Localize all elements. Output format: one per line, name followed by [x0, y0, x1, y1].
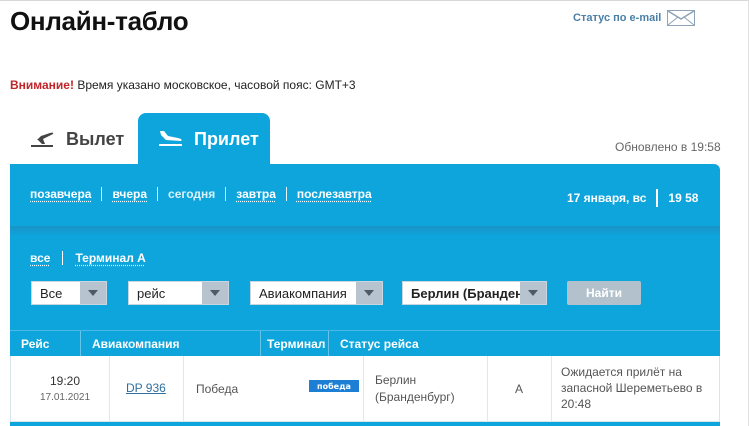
row-terminal: A — [515, 382, 524, 396]
city-select[interactable]: Берлин (Бранденб — [402, 281, 547, 305]
notice-text: Время указано московское, часовой пояс: … — [73, 78, 356, 92]
terminal-filter: все Терминал А — [30, 251, 158, 265]
day-before-yesterday[interactable]: позавчера — [30, 187, 103, 201]
find-button[interactable]: Найти — [567, 281, 641, 305]
row-status: Ожидается прилёт на запасной Шереметьево… — [561, 365, 703, 411]
panel-divider — [10, 226, 720, 236]
row-airline: Победа — [196, 382, 239, 396]
row-divider — [183, 356, 184, 422]
chevron-down-icon[interactable] — [356, 282, 382, 304]
timezone-notice: Внимание! Время указано московское, часо… — [10, 78, 356, 92]
tab-arrival-label: Прилет — [194, 128, 259, 149]
row-divider — [551, 356, 552, 422]
envelope-icon[interactable] — [667, 10, 696, 26]
terminal-all[interactable]: все — [30, 251, 64, 265]
day-yesterday[interactable]: вчера — [102, 187, 159, 201]
header-airline: Авиакомпания — [92, 337, 180, 351]
day-tomorrow[interactable]: завтра — [226, 187, 287, 201]
airline-logo: победа — [309, 380, 359, 392]
notice-warning: Внимание! — [10, 78, 74, 92]
flight-select-value: рейс — [137, 285, 166, 301]
chevron-down-icon[interactable] — [80, 282, 106, 304]
arrival-plane-icon — [158, 127, 184, 152]
current-date: 17 января, вс — [567, 191, 647, 205]
status-email-label[interactable]: Статус по e-mail — [573, 12, 661, 24]
day-today[interactable]: сегодня — [158, 187, 227, 201]
datetime-separator — [656, 189, 659, 207]
tab-arrival[interactable]: Прилет — [138, 113, 270, 165]
header-separator — [328, 331, 329, 357]
row-divider — [109, 356, 110, 422]
updated-time: Обновлено в 19:58 — [615, 140, 721, 154]
header-flight: Рейс — [21, 337, 50, 351]
day-after-tomorrow[interactable]: послезавтра — [287, 187, 382, 201]
header-status: Статус рейса — [340, 337, 419, 351]
table-row: 19:20 17.01.2021 DP 936 Победа победа Бе… — [10, 356, 720, 422]
chevron-down-icon[interactable] — [520, 282, 546, 304]
header-separator — [80, 331, 81, 357]
flight-number-link[interactable]: DP 936 — [126, 381, 166, 395]
day-selector: позавчера вчера сегодня завтра послезавт… — [30, 187, 382, 201]
table-header: Рейс Авиакомпания Терминал Статус рейса — [10, 330, 720, 357]
header-separator — [260, 331, 261, 357]
row-time: 19:20 — [49, 374, 81, 388]
flight-select[interactable]: рейс — [128, 281, 229, 305]
all-select-value: Все — [40, 285, 63, 301]
airline-select[interactable]: Авиакомпания — [250, 281, 383, 305]
row-divider — [363, 356, 364, 422]
status-email-link[interactable]: Статус по e-mail — [573, 10, 696, 26]
row-divider — [487, 356, 488, 422]
current-datetime: 17 января, вс 19 58 — [567, 189, 698, 207]
city-select-value: Берлин (Бранденб — [411, 285, 531, 301]
tab-departure[interactable]: Вылет — [30, 113, 124, 165]
page-title: Онлайн-табло — [10, 6, 189, 36]
top-divider — [0, 0, 749, 1]
row-date: 17.01.2021 — [39, 392, 91, 403]
departure-plane-icon — [30, 127, 56, 152]
airline-select-value: Авиакомпания — [259, 285, 347, 301]
all-select[interactable]: Все — [31, 281, 107, 305]
row-city: Берлин (Бранденбург) — [375, 373, 455, 404]
tab-departure-label: Вылет — [66, 128, 125, 149]
chevron-down-icon[interactable] — [202, 282, 228, 304]
terminal-a[interactable]: Терминал А — [63, 251, 157, 265]
current-time: 19 58 — [668, 191, 699, 205]
header-terminal: Терминал — [267, 337, 326, 351]
